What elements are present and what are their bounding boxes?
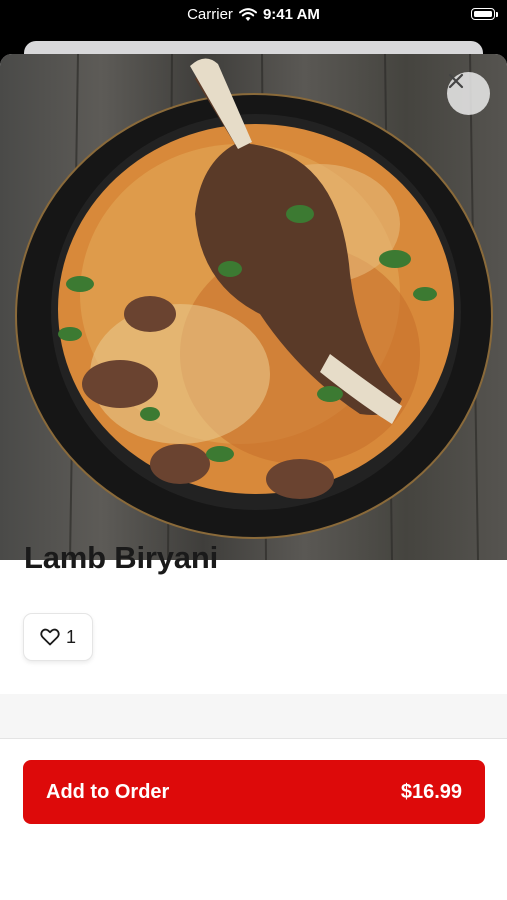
food-photo <box>0 54 507 560</box>
order-price: $16.99 <box>400 780 462 803</box>
carrier-label: Carrier <box>187 6 233 23</box>
biryani-illustration <box>15 54 493 560</box>
battery-icon <box>471 8 495 20</box>
wifi-icon <box>238 7 257 21</box>
add-to-order-label: Add to Order <box>46 780 170 803</box>
add-to-order-button[interactable]: Add to Order $16.99 <box>23 760 485 824</box>
item-title: Lamb Biryani <box>24 540 218 575</box>
close-icon <box>448 73 464 89</box>
status-bar: Carrier 9:41 AM <box>0 0 507 34</box>
like-count: 1 <box>65 626 76 647</box>
section-divider <box>0 694 507 738</box>
close-button[interactable] <box>447 72 490 115</box>
battery-tip <box>496 12 498 17</box>
clock: 9:41 AM <box>262 6 320 23</box>
heart-icon <box>40 628 60 646</box>
footer-divider <box>0 738 507 739</box>
like-button[interactable]: 1 <box>23 613 93 661</box>
